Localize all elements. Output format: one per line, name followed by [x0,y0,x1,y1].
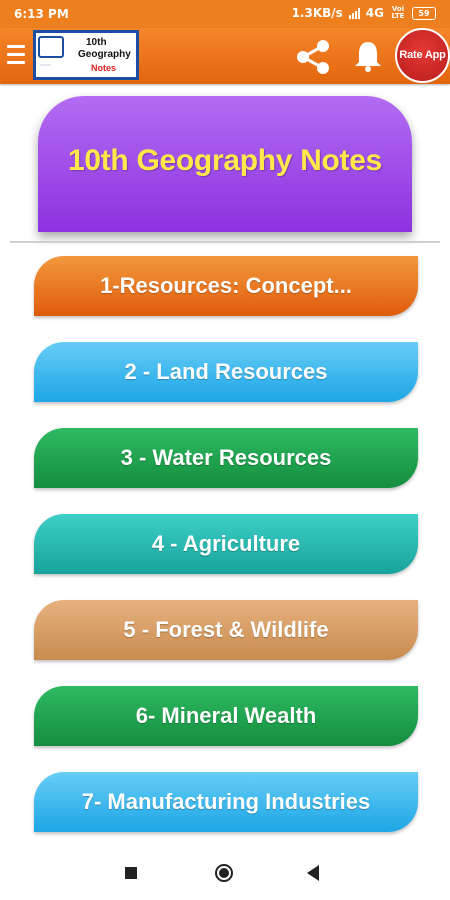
app-toolbar: ~~~ 10th Geography Notes Rate App [0,28,450,84]
logo-line3: Notes [91,63,117,73]
logo-line1: 10th [86,37,107,48]
home-icon[interactable] [214,863,234,883]
signal-icon [348,7,360,19]
share-icon[interactable] [292,36,334,78]
status-bar: 6:13 PM 1.3KB/s 4G Voi LTE 59 [0,0,450,28]
recent-apps-icon[interactable] [125,867,137,879]
volte-badge: Voi LTE [391,5,405,20]
page-title: 10th Geography Notes [67,144,383,177]
status-time: 6:13 PM [14,7,69,21]
chapter-button-7[interactable]: 7- Manufacturing Industries [34,772,418,832]
bell-icon[interactable] [350,38,386,74]
back-icon[interactable] [307,865,319,881]
chapter-button-3[interactable]: 3 - Water Resources [34,428,418,488]
logo-line2: Geography [78,49,131,60]
logo-watermark: ~~~ [40,63,51,69]
book-icon [38,36,64,58]
divider [10,241,440,243]
network-type: 4G [365,6,384,20]
chapter-button-1[interactable]: 1-Resources: Concept... [34,256,418,316]
title-banner: 10th Geography Notes [38,96,412,232]
chapter-button-2[interactable]: 2 - Land Resources [34,342,418,402]
status-indicators: 1.3KB/s 4G Voi LTE 59 [292,6,436,20]
chapter-button-5[interactable]: 5 - Forest & Wildlife [34,600,418,660]
rate-app-button[interactable]: Rate App [395,28,450,83]
chapter-button-6[interactable]: 6- Mineral Wealth [34,686,418,746]
menu-icon[interactable] [7,45,25,65]
chapter-button-4[interactable]: 4 - Agriculture [34,514,418,574]
system-nav-bar [0,846,450,900]
battery-icon: 59 [412,6,436,20]
network-speed: 1.3KB/s [291,6,343,20]
app-logo: ~~~ 10th Geography Notes [33,30,139,80]
